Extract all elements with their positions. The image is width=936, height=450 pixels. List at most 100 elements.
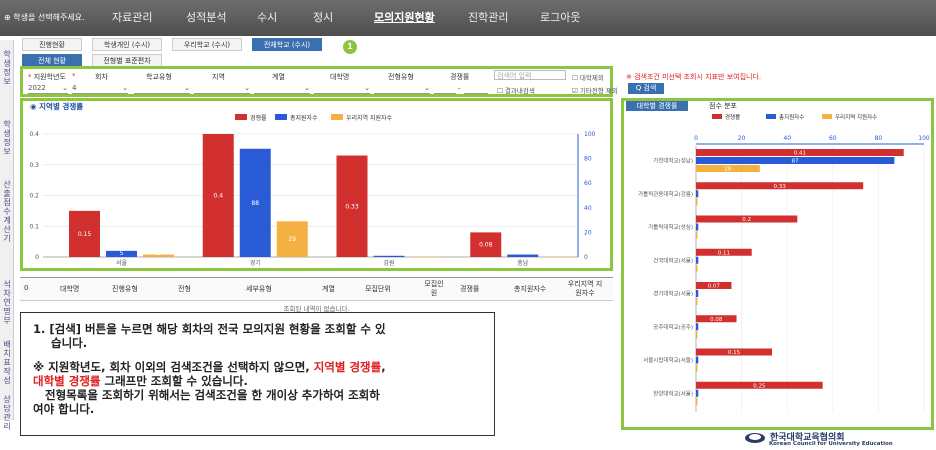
label-region: 지역 (212, 73, 225, 81)
col-rate[interactable]: 경쟁률 (460, 284, 479, 294)
bar-총지원자수-충남 (507, 254, 539, 257)
school-type-select[interactable]: ⌄ (134, 84, 190, 94)
col-detail-type[interactable]: 세부유형 (246, 284, 272, 294)
univ-legend-swatch-1 (766, 114, 776, 119)
univ-category-label: 가천대학교(성남) (653, 157, 693, 165)
side-tab-placement[interactable]: 배치표작성 (1, 340, 13, 385)
bar-label: 0 (424, 250, 428, 257)
admission-type-select[interactable]: ⌄ (374, 84, 430, 94)
univ-legend-label-1: 총지원자수 (779, 113, 804, 121)
col-local-applicants[interactable]: 우리지역 지원자수 (565, 280, 605, 298)
col-admission[interactable]: 전형 (178, 284, 191, 294)
tab-univ-competition[interactable]: 대학별 경쟁률 (626, 101, 688, 111)
tab-score-distribution[interactable]: 점수 분포 (692, 101, 754, 111)
bar-우리지역 지원자수-강원 (410, 257, 442, 258)
univ-category-label: 경기대학교(서울) (653, 290, 693, 298)
bar-label: 0.33 (345, 203, 359, 210)
univ-category-label: 가톨릭대학교(성심) (648, 223, 693, 231)
side-tab-rank-list[interactable]: 석차연명부 (1, 280, 13, 325)
menu-susi[interactable]: 수시 (257, 9, 277, 25)
side-tab-counseling[interactable]: 상담관리 (1, 395, 13, 431)
menu-logout[interactable]: 로그아웃 (540, 9, 580, 25)
univ-bar-label: 0.33 (773, 184, 786, 190)
univ-category-label: 건국대학교(서울) (653, 256, 693, 264)
univ-bar-우리지역 지원자수-서울시립대학교(서울) (696, 364, 698, 372)
y-left-tick: 0.1 (29, 223, 39, 230)
univ-top-tick: 80 (875, 135, 883, 142)
side-tab-student-info-2[interactable]: 학생정보 (1, 120, 13, 156)
univ-top-tick: 100 (918, 135, 930, 142)
year-select[interactable]: 2022 ⌄ (28, 84, 68, 94)
univ-category-label: 서울시립대학교(서울) (643, 356, 693, 364)
side-tab-score-calculator[interactable]: 산출점수계산기 (1, 180, 13, 243)
univ-category-label: 가톨릭관동대학교(강릉) (638, 190, 693, 198)
tab-student-individual-susi[interactable]: 학생개인 (수시) (92, 38, 162, 51)
bar-label: 5 (120, 250, 124, 257)
univ-bar-label: 0.11 (718, 250, 730, 256)
legend-swatch-2 (331, 114, 343, 120)
callout-line-3: ※ 지원학년도, 회차 이외의 검색조건을 선택하지 않으면, 지역별 경쟁률, (33, 360, 386, 374)
univ-legend-swatch-2 (822, 114, 832, 119)
callout-line-4: 대학별 경쟁률 그래프만 조회할 수 있습니다. (33, 374, 248, 388)
univ-bar-label: 0.07 (708, 284, 721, 290)
univ-legend-label-2: 우리지역 지원자수 (835, 113, 877, 121)
menu-data-management[interactable]: 자료관리 (112, 9, 152, 25)
col-quota[interactable]: 모집인원 (422, 280, 446, 298)
round-select[interactable]: 4 ⌄ (72, 84, 128, 94)
label-school-type: 학교유형 (146, 73, 172, 81)
label-year: * 지원학년도 (28, 73, 66, 81)
bar-label: 0.15 (78, 231, 92, 238)
rate-min-input[interactable] (434, 84, 456, 94)
univ-bar-우리지역 지원자수-건국대학교(서울) (696, 264, 698, 272)
bar-label: 88 (251, 200, 259, 207)
col-progress-type[interactable]: 진행유형 (112, 284, 138, 294)
univ-category-label: 한양대학교(서울) (653, 389, 693, 397)
tab-progress-status[interactable]: 진행현황 (22, 38, 82, 51)
search-input[interactable]: 검색어 입력 (494, 70, 566, 80)
region-select[interactable]: ⌄ (194, 84, 250, 94)
callout-line-1: 1. [검색] 버튼을 누르면 해당 회차의 전국 모의지원 현황을 조회할 수… (33, 322, 386, 336)
univ-bar-우리지역 지원자수-가톨릭관동대학교(강릉) (696, 198, 698, 206)
bar-총지원자수-강원 (373, 255, 405, 257)
tab-our-school-susi[interactable]: 우리학교 (수시) (172, 38, 242, 51)
student-select-label: 학생을 선택해주세요. (13, 13, 85, 22)
univ-bar-총지원자수-가톨릭대학교(성심) (696, 223, 699, 231)
univ-legend-swatch-0 (712, 114, 722, 119)
univ-top-tick: 20 (738, 135, 746, 142)
menu-admission-management[interactable]: 진학관리 (468, 9, 508, 25)
menu-mock-application-status[interactable]: 모의지원현황 (374, 9, 435, 25)
menu-score-analysis[interactable]: 성적분석 (186, 9, 226, 25)
col-unit[interactable]: 모집단위 (365, 284, 391, 294)
menu-jeongsi[interactable]: 정시 (313, 9, 333, 25)
univ-bar-총지원자수-서울시립대학교(서울) (696, 356, 699, 364)
col-total-applicants[interactable]: 총지원자수 (514, 284, 546, 294)
univ-bar-우리지역 지원자수-공주대학교(공주) (696, 331, 698, 339)
label-admission-type: 전형유형 (388, 73, 414, 81)
track-select[interactable]: ⌄ (254, 84, 310, 94)
org-name-en: Korean Council for University Education (769, 441, 893, 447)
rate-max-input[interactable] (464, 84, 488, 94)
col-university[interactable]: 대학명 (60, 284, 79, 294)
y-right-tick: 60 (584, 180, 592, 187)
x-tick-label: 충남 (517, 259, 529, 267)
instruction-callout: 1. [검색] 버튼을 누르면 해당 회차의 전국 모의지원 현황을 조회할 수… (20, 312, 495, 436)
exclude-univ-checkbox[interactable]: ☐ 대학제외 (572, 72, 604, 82)
univ-bar-label: 0.25 (753, 383, 766, 389)
col-track[interactable]: 계열 (322, 284, 335, 294)
univ-bar-총지원자수-건국대학교(서울) (696, 256, 699, 264)
label-competition-rate: 경쟁률 (450, 73, 470, 81)
student-select[interactable]: ⊕ 학생을 선택해주세요. (4, 12, 85, 23)
legend-label-0: 경쟁률 (250, 114, 267, 122)
y-right-tick: 40 (584, 205, 592, 212)
step-badge: 1 (343, 40, 357, 54)
university-select[interactable]: ⌄ (314, 84, 370, 94)
search-notice: ※ 검색조건 미선택 조회시 지표만 보여집니다. (626, 73, 762, 81)
exclude-other-checkbox[interactable]: ☑ 기타전형 제외 (572, 85, 618, 95)
side-tab-student-info[interactable]: 학생정보 (1, 50, 13, 86)
x-tick-label: 강원 (383, 259, 394, 267)
callout-line-5: 전형목록을 조회하기 위해서는 검색조건을 한 개이상 추가하여 조회하 (45, 388, 380, 402)
search-in-results-checkbox[interactable]: ☐ 결과내검색 (497, 85, 535, 95)
tab-all-schools-susi[interactable]: 전체학교 (수시) (252, 38, 322, 51)
search-button[interactable]: Q 검색 (628, 83, 664, 94)
legend-swatch-0 (235, 114, 247, 120)
